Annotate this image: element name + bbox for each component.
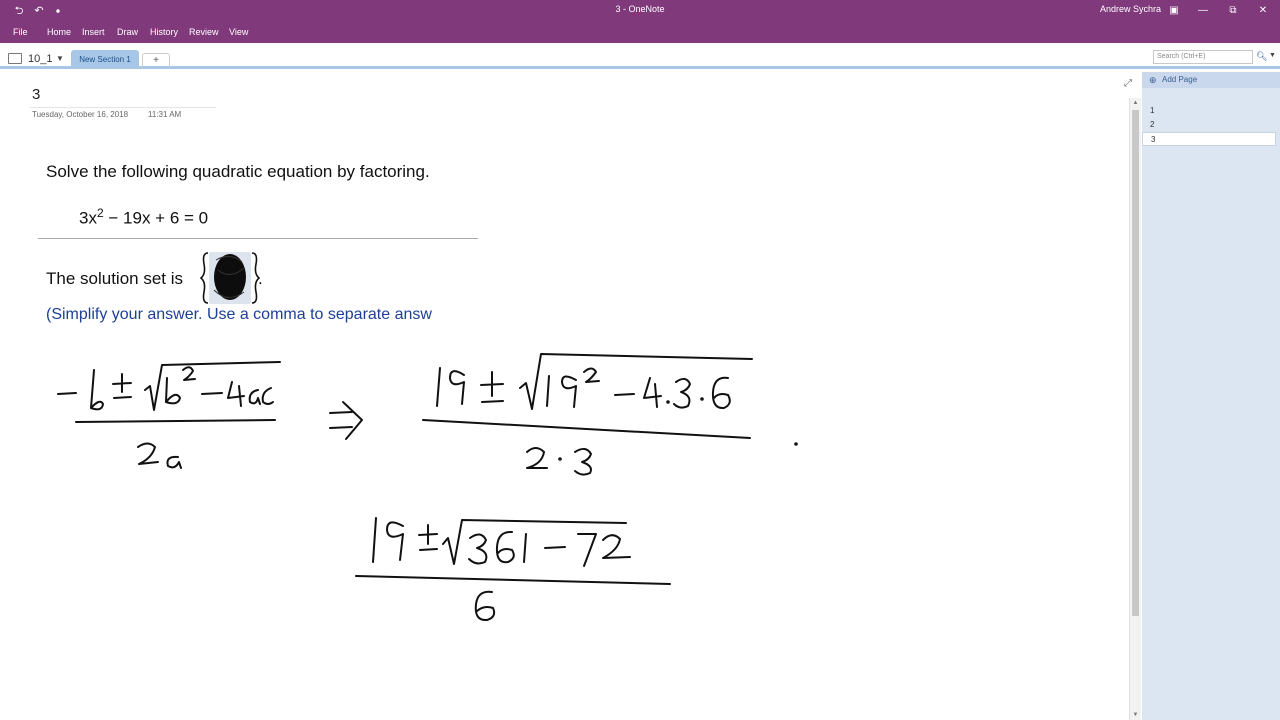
- scroll-up-icon[interactable]: ▲: [1130, 98, 1141, 108]
- search-scope-chevron-icon[interactable]: ▼: [1269, 52, 1276, 59]
- menu-view[interactable]: View: [229, 27, 248, 37]
- notebook-icon[interactable]: [8, 53, 22, 64]
- notebook-name[interactable]: 10_1: [28, 53, 52, 65]
- close-icon[interactable]: ✕: [1252, 2, 1274, 20]
- add-page-label: Add Page: [1162, 75, 1198, 84]
- section-bar: 10_1 ▼ New Section 1 + Search (Ctrl+E) 🔍…: [0, 43, 1280, 69]
- add-page-plus-icon[interactable]: ⊕: [1149, 72, 1157, 88]
- minimize-icon[interactable]: —: [1192, 2, 1214, 20]
- ink-simplified-formula: [355, 517, 671, 622]
- user-name[interactable]: Andrew Sychra: [1100, 4, 1161, 14]
- page-list-pane: ⊕ Add Page 1 2 3: [1142, 72, 1280, 720]
- title-bar: ⮌ ↶ ⦁ 3 - OneNote Andrew Sychra ▣ — ⧉ ✕: [0, 0, 1280, 22]
- menu-insert[interactable]: Insert: [82, 27, 105, 37]
- ribbon-tabs: File Home Insert Draw History Review Vie…: [0, 22, 1280, 43]
- menu-home[interactable]: Home: [47, 27, 71, 37]
- search-input[interactable]: Search (Ctrl+E): [1153, 50, 1253, 64]
- restore-icon[interactable]: ⧉: [1222, 2, 1244, 20]
- page-list-item-active[interactable]: 3: [1142, 132, 1276, 146]
- page-list-item[interactable]: 2: [1142, 118, 1276, 132]
- search-icon[interactable]: 🔍︎: [1256, 51, 1267, 62]
- menu-review[interactable]: Review: [189, 27, 219, 37]
- window-title: 3 - OneNote: [615, 4, 665, 14]
- ink-implies-arrow: [329, 401, 363, 440]
- page-canvas[interactable]: ⤢ 3 Tuesday, October 16, 2018 11:31 AM S…: [0, 72, 1142, 720]
- section-tab[interactable]: New Section 1: [71, 50, 139, 69]
- vertical-scrollbar[interactable]: ▲ ▼: [1129, 98, 1141, 720]
- handwriting-ink: [57, 353, 798, 622]
- add-page-button[interactable]: ⊕ Add Page: [1142, 72, 1280, 88]
- menu-file[interactable]: File: [13, 27, 28, 37]
- page-list-item[interactable]: 1: [1142, 104, 1276, 118]
- scroll-thumb[interactable]: [1132, 110, 1139, 616]
- menu-draw[interactable]: Draw: [117, 27, 138, 37]
- chevron-down-icon[interactable]: ▼: [56, 54, 64, 63]
- menu-history[interactable]: History: [150, 27, 178, 37]
- scroll-down-icon[interactable]: ▼: [1130, 710, 1141, 720]
- ribbon-display-icon[interactable]: ▣: [1163, 2, 1185, 20]
- add-section-button[interactable]: +: [142, 53, 170, 68]
- ink-substituted-formula: [422, 353, 753, 476]
- ink-quadratic-formula: [57, 361, 281, 469]
- ink-stray-dot: [794, 442, 798, 446]
